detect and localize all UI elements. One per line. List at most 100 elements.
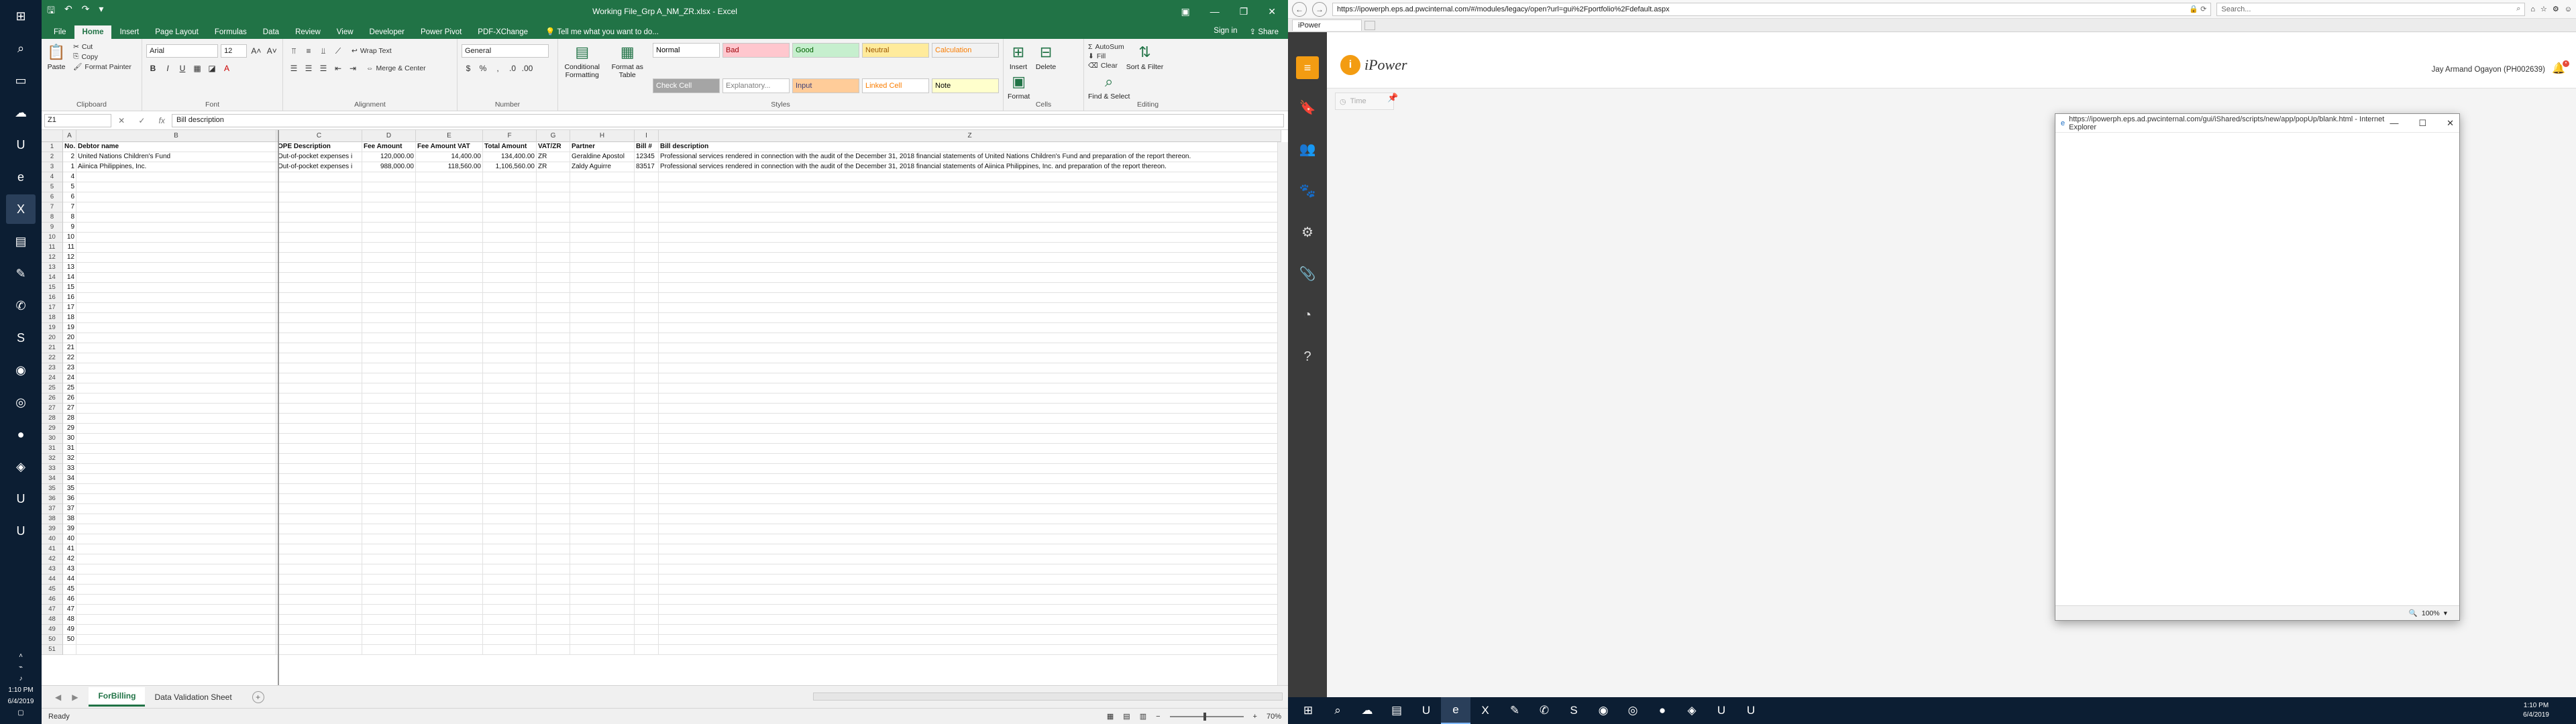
cell-c2[interactable]: Out-of-pocket expenses i (276, 152, 362, 162)
cell-f17[interactable] (483, 303, 537, 313)
cell-e2[interactable]: 14,400.00 (416, 152, 483, 162)
percent-icon[interactable]: % (476, 62, 490, 75)
cell-h4[interactable] (570, 172, 635, 182)
row-header[interactable]: 12 (42, 253, 63, 263)
cell-z24[interactable] (659, 373, 1281, 383)
row-header[interactable]: 4 (42, 172, 63, 182)
copy-button[interactable]: ⎘ Copy (73, 52, 131, 61)
style-input[interactable]: Input (792, 78, 859, 93)
cell-z35[interactable] (659, 484, 1281, 494)
favorites-icon[interactable]: ☆ (2540, 5, 2547, 13)
cell-a16[interactable]: 16 (63, 293, 76, 303)
cell-d22[interactable] (362, 353, 416, 363)
cell-i48[interactable] (635, 615, 659, 625)
bell-icon[interactable]: 🔔 • (2552, 60, 2569, 76)
cell-i13[interactable] (635, 263, 659, 273)
row-header[interactable]: 27 (42, 404, 63, 414)
align-middle-icon[interactable]: ≡ (302, 44, 315, 58)
orientation-icon[interactable]: ⟋ (331, 44, 345, 58)
formula-input[interactable]: Bill description (172, 113, 1284, 127)
row-header[interactable]: 29 (42, 424, 63, 434)
cell-g11[interactable] (537, 243, 570, 253)
cell-i24[interactable] (635, 373, 659, 383)
cell-b21[interactable] (76, 343, 276, 353)
row-header[interactable]: 10 (42, 233, 63, 243)
page-break-view-icon[interactable]: ▥ (1140, 712, 1146, 721)
cell-b3[interactable]: Aiinica Philippines, Inc. (76, 162, 276, 172)
cell-c4[interactable] (276, 172, 362, 182)
row-header[interactable]: 35 (42, 484, 63, 494)
cell-f21[interactable] (483, 343, 537, 353)
cell-d25[interactable] (362, 383, 416, 394)
cell-b25[interactable] (76, 383, 276, 394)
cell-c36[interactable] (276, 494, 362, 504)
network-icon[interactable]: ⌁ (19, 664, 23, 671)
cell-b9[interactable] (76, 223, 276, 233)
cell-h22[interactable] (570, 353, 635, 363)
cell-h24[interactable] (570, 373, 635, 383)
cell-e23[interactable] (416, 363, 483, 373)
cell-e15[interactable] (416, 283, 483, 293)
cell-z15[interactable] (659, 283, 1281, 293)
cell-c32[interactable] (276, 454, 362, 464)
cell-g15[interactable] (537, 283, 570, 293)
cell-c27[interactable] (276, 404, 362, 414)
cell-g30[interactable] (537, 434, 570, 444)
cell-z4[interactable] (659, 172, 1281, 182)
cell-e3[interactable]: 118,560.00 (416, 162, 483, 172)
notification-icon[interactable]: ▢ (17, 709, 23, 717)
cell-i21[interactable] (635, 343, 659, 353)
cell-a18[interactable]: 18 (63, 313, 76, 323)
user-name[interactable]: Jay Armand Ogayon (PH002639) (2432, 66, 2545, 74)
forward-icon[interactable]: → (1312, 1, 1327, 17)
cell-i25[interactable] (635, 383, 659, 394)
cell-g36[interactable] (537, 494, 570, 504)
cell-b35[interactable] (76, 484, 276, 494)
cell-b7[interactable] (76, 202, 276, 213)
dashboard-icon[interactable]: ◔ (1294, 302, 1321, 328)
cell-f31[interactable] (483, 444, 537, 454)
cell-c8[interactable] (276, 213, 362, 223)
sheet-tab-forbilling[interactable]: ForBilling (89, 687, 146, 707)
cut-button[interactable]: ✂ Cut (73, 43, 131, 51)
insert-function-icon[interactable]: fx (159, 116, 165, 125)
cell-c12[interactable] (276, 253, 362, 263)
cell-c30[interactable] (276, 434, 362, 444)
cell-e32[interactable] (416, 454, 483, 464)
cell-e27[interactable] (416, 404, 483, 414)
cell-h20[interactable] (570, 333, 635, 343)
align-center-icon[interactable]: ☰ (302, 62, 315, 75)
smiley-icon[interactable]: ☺ (2565, 5, 2572, 13)
cell-a34[interactable]: 34 (63, 474, 76, 484)
column-header-g[interactable]: G (537, 130, 570, 142)
cell-i29[interactable] (635, 424, 659, 434)
cell-g18[interactable] (537, 313, 570, 323)
format-cells-button[interactable]: ▣ Format (1008, 71, 1030, 101)
cell-c5[interactable] (276, 182, 362, 192)
cell-h25[interactable] (570, 383, 635, 394)
row-header[interactable]: 43 (42, 564, 63, 575)
cell-g32[interactable] (537, 454, 570, 464)
cell-f12[interactable] (483, 253, 537, 263)
cell-a44[interactable]: 44 (63, 575, 76, 585)
cell-z49[interactable] (659, 625, 1281, 635)
cell-g43[interactable] (537, 564, 570, 575)
row-header[interactable]: 16 (42, 293, 63, 303)
cell-b2[interactable]: United Nations Children's Fund (76, 152, 276, 162)
cell-h26[interactable] (570, 394, 635, 404)
increase-indent-icon[interactable]: ⇥ (346, 62, 360, 75)
cell-e11[interactable] (416, 243, 483, 253)
cell-z7[interactable] (659, 202, 1281, 213)
cell-a22[interactable]: 22 (63, 353, 76, 363)
column-header-c[interactable]: C (276, 130, 362, 142)
cell-h16[interactable] (570, 293, 635, 303)
rt-ie-icon[interactable]: e (1441, 697, 1470, 724)
search-icon[interactable]: ⌕ (6, 34, 36, 63)
cell-g47[interactable] (537, 605, 570, 615)
align-right-icon[interactable]: ☰ (317, 62, 330, 75)
cell-e22[interactable] (416, 353, 483, 363)
ipower-logo[interactable]: i iPower (1340, 55, 1407, 75)
cell-h11[interactable] (570, 243, 635, 253)
cell-b28[interactable] (76, 414, 276, 424)
cell-c42[interactable] (276, 554, 362, 564)
